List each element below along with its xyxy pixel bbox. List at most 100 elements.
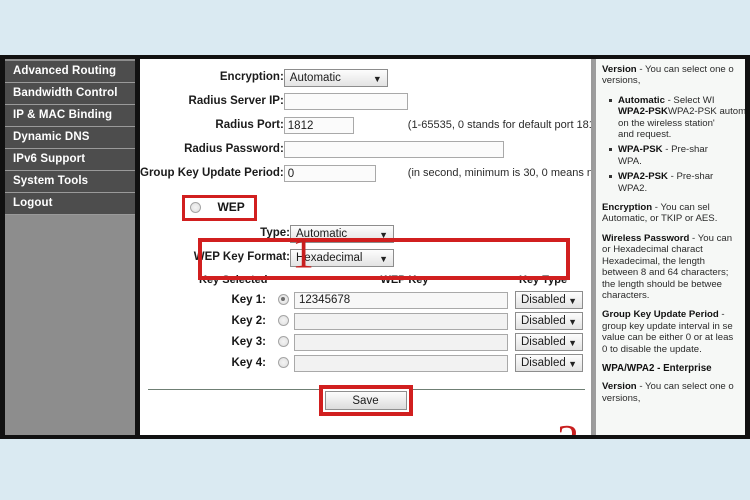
radius-server-ip-label: Radius Server IP: bbox=[188, 95, 284, 107]
radius-server-ip-input[interactable] bbox=[283, 93, 408, 111]
help-encryption-paragraph: Encryption - You can sel Automatic, or T… bbox=[602, 202, 745, 225]
help-password-line2: or Hexadecimal charact bbox=[602, 244, 703, 256]
sidebar-item-ip-mac-binding[interactable]: IP & MAC Binding bbox=[5, 105, 135, 127]
sidebar-item-logout[interactable]: Logout bbox=[5, 193, 135, 215]
help-password-line6: characters. bbox=[602, 289, 650, 301]
help-password-line4: between 8 and 64 characters; bbox=[602, 267, 729, 279]
help-bullet-1-text: - Pre-shar bbox=[662, 144, 708, 156]
key-1-input[interactable] bbox=[294, 291, 508, 309]
key-type-cell: Disabled ▼ bbox=[515, 310, 591, 331]
key-2-type-select[interactable]: Disabled ▼ bbox=[515, 312, 583, 330]
key-value-cell bbox=[294, 352, 515, 373]
row-radius-port: Radius Port: (1-65535, 0 stands for defa… bbox=[140, 113, 591, 137]
chevron-down-icon: ▼ bbox=[568, 317, 577, 327]
encryption-value: Automatic bbox=[289, 71, 341, 84]
radius-password-field bbox=[283, 137, 591, 161]
help-bullet-0-text2: WPA2-PSK automatic bbox=[667, 106, 747, 118]
key-radio-cell bbox=[272, 289, 294, 310]
help-version2-line1: Version - You can select one o bbox=[602, 381, 745, 392]
row-encryption: Encryption: Automatic ▼ bbox=[140, 65, 591, 89]
key-2-input[interactable] bbox=[294, 312, 508, 330]
table-row: Key 4: Disabled ▼ bbox=[195, 352, 591, 373]
key-value-cell bbox=[294, 331, 515, 352]
group-key-update-period-hint: (in second, minimum is 30, 0 means no up… bbox=[407, 167, 593, 179]
wep-key-header: WEP Key bbox=[380, 274, 429, 286]
encryption-field: Automatic ▼ bbox=[283, 65, 408, 89]
screenshot-canvas: Advanced Routing Bandwidth Control IP & … bbox=[0, 0, 750, 500]
help-bullet-2-line1: WPA2-PSK - Pre-shar bbox=[618, 171, 745, 182]
router-admin-window: Advanced Routing Bandwidth Control IP & … bbox=[0, 55, 750, 439]
help-password-title: Wireless Password bbox=[602, 232, 690, 244]
help-password-line1: Wireless Password - You can bbox=[602, 233, 745, 244]
row-wep-key-format: WEP Key Format: Hexadecimal ▼ bbox=[140, 245, 591, 269]
key-1-radio[interactable] bbox=[277, 293, 289, 305]
help-password-line5: the length should be betwee bbox=[602, 278, 723, 290]
wep-key-format-select[interactable]: Hexadecimal ▼ bbox=[290, 248, 394, 267]
help-gkup-text: - bbox=[718, 309, 725, 321]
key-1-type-value: Disabled bbox=[521, 294, 566, 306]
wep-key-format-label: WEP Key Format: bbox=[193, 251, 290, 263]
help-gkup-paragraph: Group Key Update Period - group key upda… bbox=[602, 309, 745, 355]
table-row: Key 1: Disabled ▼ bbox=[195, 289, 591, 310]
key-radio-cell bbox=[272, 310, 294, 331]
help-gkup-line3: value can be either 0 or at leas bbox=[602, 332, 734, 344]
help-enterprise-heading: WPA/WPA2 - Enterprise bbox=[602, 362, 712, 374]
wep-radio[interactable] bbox=[190, 202, 201, 213]
radius-server-ip-hint bbox=[408, 89, 591, 113]
key-4-type-select[interactable]: Disabled ▼ bbox=[515, 354, 583, 372]
help-version2-paragraph: Version - You can select one o versions, bbox=[602, 381, 745, 404]
list-item: Automatic - Select WI WPA2-PSKWPA2-PSK a… bbox=[609, 94, 745, 141]
help-password-line3: Hexadecimal, the length bbox=[602, 255, 705, 267]
sidebar-item-advanced-routing[interactable]: Advanced Routing bbox=[5, 61, 135, 83]
key-3-radio[interactable] bbox=[277, 335, 289, 347]
sidebar-item-dynamic-dns[interactable]: Dynamic DNS bbox=[5, 127, 135, 149]
key-3-input[interactable] bbox=[294, 333, 508, 351]
save-row: Save bbox=[140, 385, 591, 429]
sidebar-item-label: System Tools bbox=[13, 175, 89, 187]
wep-settings-table: Type: Automatic ▼ WEP Key Format: Hexade… bbox=[140, 221, 591, 269]
key-2-radio[interactable] bbox=[277, 314, 289, 326]
help-bullet-2-text: - Pre-shar bbox=[667, 171, 714, 183]
save-button[interactable]: Save bbox=[324, 391, 407, 410]
encryption-label: Encryption: bbox=[219, 71, 284, 83]
help-version-bullets: Automatic - Select WI WPA2-PSKWPA2-PSK a… bbox=[602, 95, 745, 194]
key-4-input[interactable] bbox=[294, 354, 508, 372]
group-key-update-period-input[interactable] bbox=[283, 165, 376, 183]
radius-port-input[interactable] bbox=[283, 117, 354, 135]
key-3-type-select[interactable]: Disabled ▼ bbox=[515, 333, 583, 351]
key-1-type-select[interactable]: Disabled ▼ bbox=[515, 291, 583, 309]
type-select[interactable]: Automatic ▼ bbox=[290, 224, 394, 243]
encryption-hint bbox=[408, 65, 591, 89]
key-radio-cell bbox=[272, 352, 294, 373]
key-selected-header: Key Selected bbox=[199, 274, 268, 286]
sidebar-item-system-tools[interactable]: System Tools bbox=[5, 171, 135, 193]
help-password-paragraph: Wireless Password - You can or Hexadecim… bbox=[602, 233, 745, 301]
help-bullet-2-line2: WPA2. bbox=[618, 182, 648, 194]
key-3-type-value: Disabled bbox=[521, 336, 566, 348]
chevron-down-icon: ▼ bbox=[568, 296, 577, 306]
radius-port-label: Radius Port: bbox=[215, 119, 284, 131]
row-radius-password: Radius Password: bbox=[140, 137, 591, 161]
save-highlight-box: Save bbox=[318, 385, 413, 416]
radius-password-input[interactable] bbox=[283, 141, 504, 159]
key-name: Key 2: bbox=[231, 314, 266, 327]
chevron-down-icon: ▼ bbox=[568, 359, 577, 369]
help-bullet-0-title: Automatic bbox=[618, 94, 665, 106]
sidebar-item-label: Bandwidth Control bbox=[13, 87, 118, 99]
encryption-select[interactable]: Automatic ▼ bbox=[283, 68, 388, 87]
help-gkup-line2: group key update interval in se bbox=[602, 320, 733, 332]
key-name: Key 1: bbox=[231, 293, 266, 306]
enterprise-settings-table: Encryption: Automatic ▼ Radius Server IP… bbox=[140, 65, 593, 185]
help-bullet-0-line3: on the wireless station' bbox=[618, 117, 715, 129]
help-version-paragraph: Version - You can select one o versions, bbox=[602, 64, 745, 87]
sidebar-item-label: Dynamic DNS bbox=[13, 131, 90, 143]
key-type-header: Key Type bbox=[519, 274, 568, 286]
table-row: Key 2: Disabled ▼ bbox=[195, 310, 591, 331]
sidebar-item-bandwidth-control[interactable]: Bandwidth Control bbox=[5, 83, 135, 105]
key-type-cell: Disabled ▼ bbox=[515, 331, 591, 352]
sidebar-item-label: IPv6 Support bbox=[13, 153, 86, 165]
key-4-radio[interactable] bbox=[277, 356, 289, 368]
sidebar-item-ipv6-support[interactable]: IPv6 Support bbox=[5, 149, 135, 171]
key-type-cell: Disabled ▼ bbox=[515, 352, 591, 373]
help-bullet-1-line2: WPA. bbox=[618, 155, 642, 167]
